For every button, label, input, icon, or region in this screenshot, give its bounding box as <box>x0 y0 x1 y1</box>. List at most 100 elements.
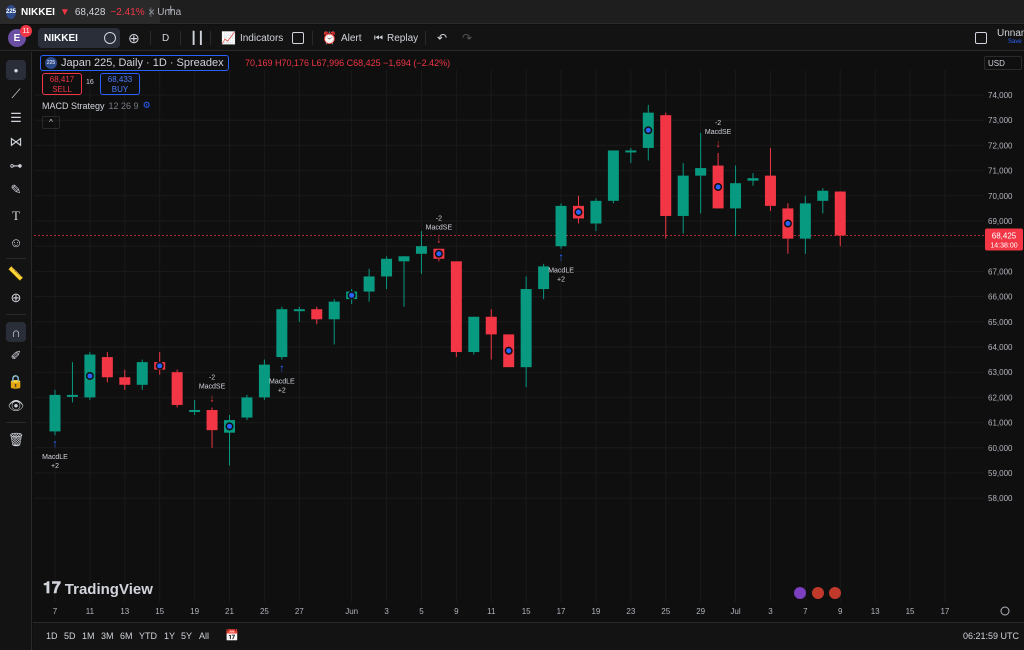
text-icon[interactable]: T <box>6 206 26 226</box>
utc-clock[interactable]: 06:21:59 UTC <box>963 631 1019 641</box>
alert-button[interactable]: ⏰ Alert <box>322 29 362 47</box>
position-dot <box>715 184 721 190</box>
emoji-icon[interactable]: ☺ <box>6 232 26 252</box>
candle-body <box>433 248 445 259</box>
alert-label: Alert <box>340 32 362 44</box>
y-tick-label: 59,000 <box>988 469 1013 478</box>
chart-type-icon[interactable]: ┃┃ <box>190 29 204 47</box>
lock-icon[interactable]: 🔒 <box>6 372 26 392</box>
y-tick-label: 63,000 <box>988 368 1013 377</box>
trash-icon[interactable]: 🗑 <box>6 430 26 450</box>
candle-body <box>625 150 637 153</box>
buy-button[interactable]: 68,433 BUY <box>100 73 140 95</box>
position-dot <box>87 373 93 379</box>
interval-button[interactable]: D <box>162 29 169 47</box>
long-arrow-icon: ↑ <box>52 438 58 450</box>
divider <box>425 31 426 45</box>
candle-body <box>712 165 724 209</box>
candle-body <box>346 291 358 300</box>
symbol-options-icon[interactable] <box>104 32 116 44</box>
symbol-legend[interactable]: 225 Japan 225, Daily · 1D · Spreadex <box>40 55 229 71</box>
y-tick-label: 72,000 <box>988 141 1013 150</box>
date-range-icon[interactable]: 📅 <box>225 629 239 642</box>
countdown-value: 14:38:00 <box>990 242 1017 249</box>
y-tick-label: 67,000 <box>988 267 1013 276</box>
replay-icon: ⏮ <box>374 32 383 44</box>
range-5d[interactable]: 5D <box>64 631 76 641</box>
tab-close-icon[interactable]: × <box>148 5 155 19</box>
projection-icon[interactable]: ⊶ <box>6 156 26 176</box>
last-price-badge <box>985 228 1023 251</box>
collapse-legend-button[interactable]: ^ <box>42 116 60 129</box>
layout-name[interactable]: Unnam <box>997 28 1024 39</box>
range-6m[interactable]: 6M <box>120 631 133 641</box>
candle-body <box>799 203 811 239</box>
tradingview-mark-icon: 𝟏𝟕 <box>43 580 61 597</box>
x-tick-label: 27 <box>295 607 304 616</box>
trendline-icon[interactable]: ⟋ <box>6 84 26 104</box>
candle-body <box>171 372 183 405</box>
redo-icon[interactable]: ↷ <box>462 29 472 47</box>
fib-icon[interactable]: ☰ <box>6 108 26 128</box>
range-3m[interactable]: 3M <box>101 631 114 641</box>
strategy-legend[interactable]: MACD Strategy 12 26 9 ⚙ <box>42 100 151 111</box>
layouts-icon[interactable] <box>292 29 304 47</box>
candle-body <box>503 334 515 368</box>
divider <box>312 31 313 45</box>
chart-tab[interactable]: 225 NIKKEI ▼ 68,428 −2.41% | Unna <box>0 0 181 24</box>
lock-drawing-icon[interactable]: ✐ <box>6 346 26 366</box>
add-symbol-icon[interactable]: ⊕ <box>128 29 140 47</box>
position-dot <box>155 361 164 370</box>
range-ytd[interactable]: YTD <box>139 631 157 641</box>
candle-body <box>189 410 201 412</box>
eye-icon[interactable]: 👁 <box>6 396 26 416</box>
position-dot <box>785 221 791 227</box>
replay-label: Replay <box>387 32 419 44</box>
position-dot <box>434 249 443 258</box>
range-1d[interactable]: 1D <box>46 631 58 641</box>
ruler-icon[interactable]: 📏 <box>6 264 26 284</box>
brush-icon[interactable]: ✎ <box>6 180 26 200</box>
buy-price: 68,433 <box>107 75 133 84</box>
candle-body <box>538 266 550 290</box>
candle-body <box>49 394 61 432</box>
divider <box>210 31 211 45</box>
replay-button[interactable]: ⏮ Replay <box>374 29 418 47</box>
sell-button[interactable]: 68,417 SELL <box>42 73 82 95</box>
range-all[interactable]: All <box>199 631 209 641</box>
save-label[interactable]: Save <box>1008 39 1022 45</box>
divider <box>180 31 181 45</box>
position-dot <box>714 182 723 191</box>
short-arrow-icon: ↓ <box>209 392 215 404</box>
tradingview-logo: 𝟏𝟕 TradingView <box>43 580 153 598</box>
signal-qty: -2 <box>209 374 215 381</box>
new-tab-icon[interactable]: + <box>166 2 175 20</box>
x-tick-label: 25 <box>260 607 269 616</box>
undo-icon[interactable]: ↶ <box>437 29 447 47</box>
cursor-icon[interactable]: • <box>6 60 26 80</box>
browser-tab-bar: 225 NIKKEI ▼ 68,428 −2.41% | Unna × + <box>0 0 1024 24</box>
price-chart[interactable]: 58,000 59,000 60,000 61,000 62,000 63,000 64,0… <box>0 0 1024 650</box>
strategy-settings-icon[interactable]: ⚙ <box>143 100 151 111</box>
currency-selector[interactable]: USD <box>984 56 1022 70</box>
x-tick-label: 29 <box>696 607 705 616</box>
position-dot <box>504 346 513 355</box>
pattern-icon[interactable]: ⋈ <box>6 132 26 152</box>
signal-qty: -2 <box>715 120 721 127</box>
zoom-icon[interactable]: ⊕ <box>6 288 26 308</box>
flag-us-icon <box>829 587 841 599</box>
range-1m[interactable]: 1M <box>82 631 95 641</box>
range-1y[interactable]: 1Y <box>164 631 175 641</box>
drawing-toolbar: • ⟋ ☰ ⋈ ⊶ ✎ T ☺ 📏 ⊕ ∩ ✐ 🔒 👁 🗑 <box>0 52 32 650</box>
y-tick-label: 69,000 <box>988 217 1013 226</box>
x-tick-label: 15 <box>906 607 915 616</box>
indicators-button[interactable]: 📈 Indicators <box>221 29 283 47</box>
range-5y[interactable]: 5Y <box>181 631 192 641</box>
position-dot <box>349 292 355 298</box>
fullscreen-icon[interactable] <box>975 29 987 47</box>
magnet-icon[interactable]: ∩ <box>6 322 26 342</box>
x-tick-label: 21 <box>225 607 234 616</box>
x-tick-label: 11 <box>86 607 95 616</box>
x-tick-label: 13 <box>120 607 129 616</box>
x-tick-label: 9 <box>838 607 843 616</box>
